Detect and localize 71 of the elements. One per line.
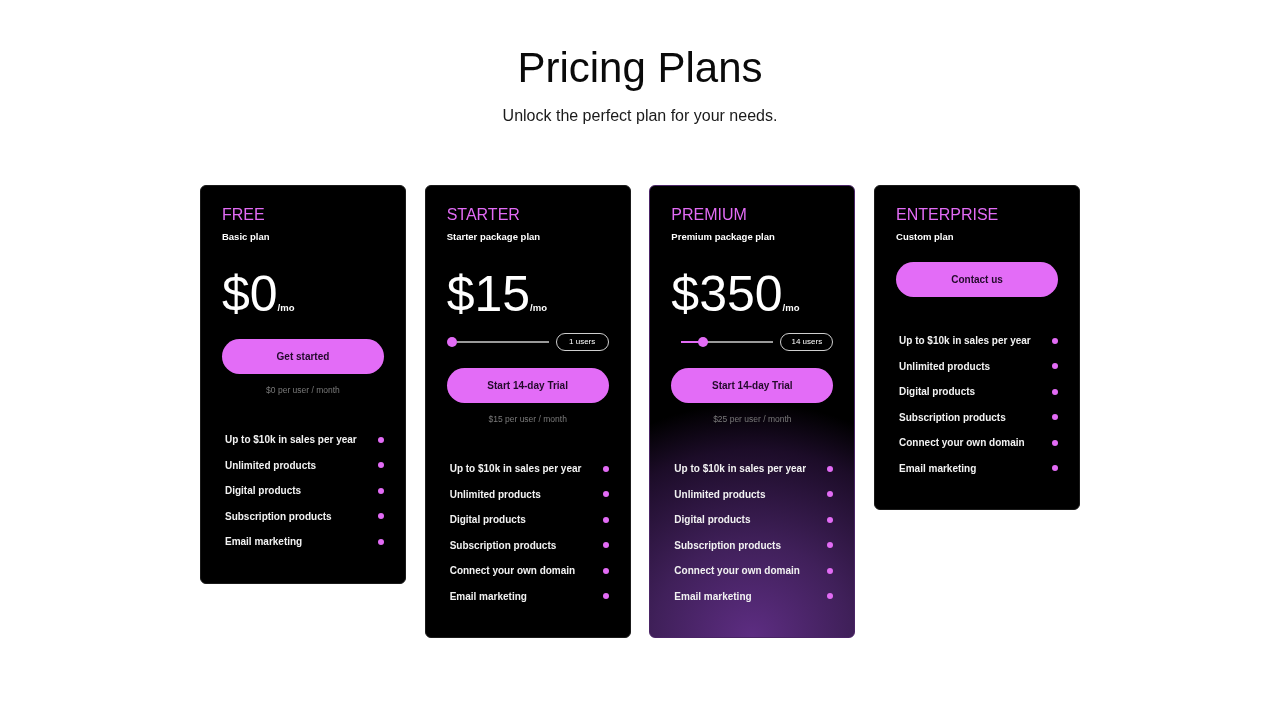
page-title: Pricing Plans [517, 43, 763, 93]
feature-text: Up to $10k in sales per year [449, 462, 582, 476]
bullet-icon [1052, 465, 1059, 472]
bullet-icon [827, 567, 834, 574]
feature-text: Up to $10k in sales per year [224, 433, 357, 447]
feature-text: Email marketing [899, 461, 977, 475]
bullet-icon [602, 567, 609, 574]
plan-description: Custom plan [896, 230, 954, 244]
feature-text: Up to $10k in sales per year [674, 462, 807, 476]
feature-text: Up to $10k in sales per year [899, 334, 1031, 348]
page-subtitle: Unlock the perfect plan for your needs. [502, 106, 778, 126]
price-note: $0 per user / month [266, 384, 340, 396]
plan-action-button[interactable]: Start 14-day Trial [671, 368, 834, 403]
plan-name: STARTER [446, 205, 520, 225]
price-period: /mo [782, 302, 800, 313]
plan-name: ENTERPRISE [896, 205, 999, 225]
bullet-icon [827, 542, 834, 549]
feature-text: Unlimited products [899, 359, 991, 373]
plan-description: Starter package plan [446, 230, 541, 244]
feature-text: Subscription products [224, 509, 332, 523]
bullet-icon [602, 465, 609, 472]
bullet-icon [1052, 439, 1059, 446]
feature-text: Email marketing [674, 589, 752, 603]
bullet-icon [827, 516, 834, 523]
feature-text: Connect your own domain [674, 564, 800, 578]
feature-text: Subscription products [899, 410, 1006, 424]
feature-text: Unlimited products [224, 458, 317, 472]
price-period: /mo [530, 302, 547, 313]
plan-name: FREE [221, 205, 265, 225]
bullet-icon [377, 487, 384, 494]
feature-text: Unlimited products [449, 487, 541, 501]
price-period: /mo [277, 302, 295, 313]
price-note: $15 per user / month [488, 413, 567, 425]
slider-handle[interactable] [698, 337, 708, 347]
bullet-icon [602, 593, 609, 600]
bullet-icon [827, 491, 834, 498]
bullet-icon [602, 542, 609, 549]
feature-text: Email marketing [224, 535, 303, 549]
feature-text: Digital products [224, 484, 302, 498]
bullet-icon [1052, 363, 1059, 370]
feature-text: Connect your own domain [449, 564, 576, 578]
bullet-icon [1052, 337, 1059, 344]
bullet-icon [602, 491, 609, 498]
feature-text: Unlimited products [674, 487, 766, 501]
feature-text: Subscription products [449, 538, 557, 552]
plan-description: Premium package plan [671, 230, 775, 244]
bullet-icon [827, 465, 834, 472]
slider-handle[interactable] [446, 337, 457, 347]
price-amount: $15 [446, 266, 531, 322]
feature-text: Subscription products [674, 538, 781, 552]
bullet-icon [827, 593, 834, 600]
feature-text: Connect your own domain [899, 436, 1025, 450]
bullet-icon [377, 513, 384, 520]
bullet-icon [1052, 414, 1059, 421]
plan-action-button[interactable]: Contact us [896, 262, 1059, 297]
feature-text: Digital products [899, 385, 976, 399]
bullet-icon [602, 516, 609, 523]
feature-text: Digital products [449, 513, 526, 527]
plan-description: Basic plan [221, 230, 270, 244]
bullet-icon [377, 462, 384, 469]
bullet-icon [377, 538, 384, 545]
price-amount: $350 [671, 266, 783, 322]
feature-text: Digital products [674, 513, 751, 527]
bullet-icon [1052, 388, 1059, 395]
price-note: $25 per user / month [713, 413, 792, 425]
bullet-icon [377, 436, 384, 443]
plan-action-button[interactable]: Get started [221, 339, 384, 374]
plan-name: PREMIUM [671, 205, 747, 225]
price-amount: $0 [221, 266, 278, 322]
feature-text: Email marketing [449, 589, 527, 603]
plan-action-button[interactable]: Start 14-day Trial [446, 368, 609, 403]
